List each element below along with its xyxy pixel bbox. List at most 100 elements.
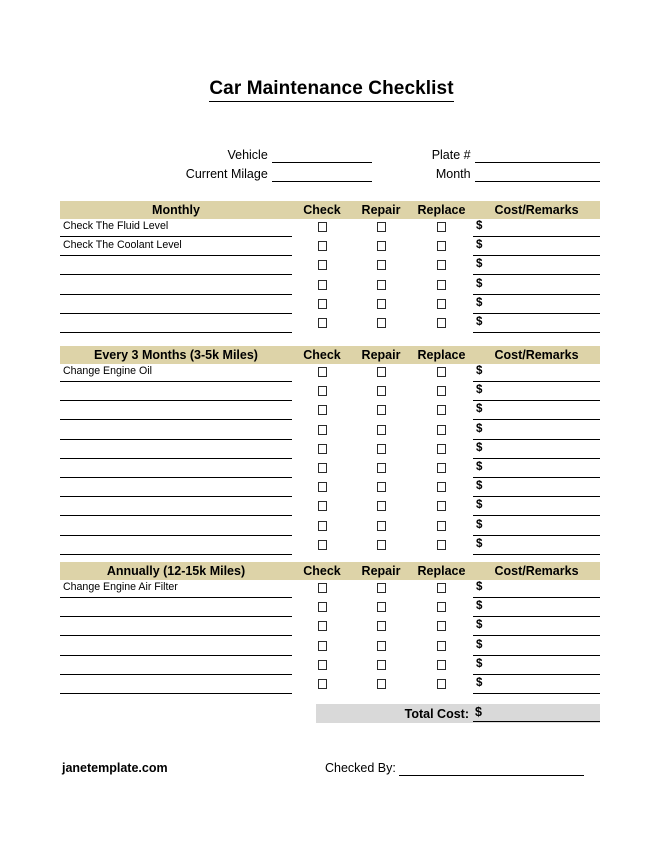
task-input[interactable] (60, 657, 292, 675)
checkbox-check[interactable] (317, 241, 327, 252)
cost-input[interactable]: $ (473, 537, 600, 555)
checkbox-check[interactable] (317, 367, 327, 377)
plate-input[interactable] (474, 147, 600, 163)
checkbox-replace[interactable] (437, 367, 446, 377)
checkbox-check[interactable] (317, 424, 327, 435)
task-input[interactable] (60, 638, 292, 656)
checkbox-repair[interactable] (376, 539, 386, 550)
checkbox-replace[interactable] (437, 640, 446, 651)
checkbox-replace[interactable] (437, 602, 446, 613)
cost-input[interactable]: $ (473, 580, 600, 598)
checkbox-check[interactable] (317, 520, 327, 531)
checkbox-check[interactable] (317, 298, 327, 309)
checkbox-replace[interactable] (437, 501, 446, 512)
checkbox-check[interactable] (317, 279, 327, 290)
checkbox-check[interactable] (317, 317, 327, 328)
cost-input[interactable]: $ (473, 315, 600, 333)
task-input[interactable]: Change Engine Air Filter (60, 580, 292, 598)
checkbox-repair[interactable] (376, 260, 386, 271)
checkbox-repair[interactable] (376, 386, 386, 397)
checkbox-replace[interactable] (437, 462, 446, 473)
cost-input[interactable]: $ (473, 676, 600, 694)
total-cost-input[interactable]: $ (473, 705, 600, 722)
checkbox-replace[interactable] (437, 260, 446, 271)
task-input[interactable] (60, 296, 292, 314)
task-input[interactable] (60, 518, 292, 536)
task-input[interactable] (60, 498, 292, 517)
checkbox-replace[interactable] (437, 443, 446, 454)
checkbox-check[interactable] (317, 405, 327, 416)
checkbox-check[interactable] (317, 501, 327, 512)
checkbox-replace[interactable] (437, 583, 446, 593)
checkbox-check[interactable] (317, 386, 327, 397)
checkbox-check[interactable] (317, 678, 327, 689)
cost-input[interactable]: $ (473, 257, 600, 276)
task-input[interactable] (60, 277, 292, 295)
checkbox-repair[interactable] (376, 678, 386, 689)
cost-input[interactable]: $ (473, 219, 600, 237)
checkbox-replace[interactable] (437, 241, 446, 252)
checkbox-replace[interactable] (437, 424, 446, 435)
checkbox-replace[interactable] (437, 386, 446, 397)
checkbox-repair[interactable] (376, 241, 386, 252)
checkbox-replace[interactable] (437, 222, 446, 232)
checkbox-repair[interactable] (376, 602, 386, 613)
cost-input[interactable]: $ (473, 383, 600, 402)
checkbox-check[interactable] (317, 260, 327, 271)
checkbox-repair[interactable] (376, 659, 386, 670)
mileage-input[interactable] (271, 166, 373, 182)
checkbox-replace[interactable] (437, 482, 446, 493)
checkbox-replace[interactable] (437, 621, 446, 632)
checkbox-repair[interactable] (376, 405, 386, 416)
cost-input[interactable]: $ (473, 422, 600, 440)
checkbox-check[interactable] (317, 659, 327, 670)
checkbox-replace[interactable] (437, 405, 446, 416)
cost-input[interactable]: $ (473, 402, 600, 421)
cost-input[interactable]: $ (473, 238, 600, 257)
cost-input[interactable]: $ (473, 296, 600, 314)
task-input[interactable]: Check The Fluid Level (60, 219, 292, 237)
checkbox-replace[interactable] (437, 298, 446, 309)
checkbox-check[interactable] (317, 621, 327, 632)
cost-input[interactable]: $ (473, 277, 600, 295)
checkbox-repair[interactable] (376, 424, 386, 435)
task-input[interactable] (60, 599, 292, 618)
checkbox-repair[interactable] (376, 298, 386, 309)
checkbox-check[interactable] (317, 539, 327, 550)
cost-input[interactable]: $ (473, 441, 600, 459)
month-input[interactable] (474, 166, 600, 182)
checkbox-repair[interactable] (376, 367, 386, 377)
checkbox-check[interactable] (317, 222, 327, 232)
checkbox-check[interactable] (317, 482, 327, 493)
checkbox-repair[interactable] (376, 501, 386, 512)
vehicle-input[interactable] (271, 147, 373, 163)
checkbox-repair[interactable] (376, 520, 386, 531)
cost-input[interactable]: $ (473, 618, 600, 637)
checkbox-repair[interactable] (376, 279, 386, 290)
task-input[interactable]: Change Engine Oil (60, 364, 292, 382)
cost-input[interactable]: $ (473, 479, 600, 498)
checkbox-replace[interactable] (437, 539, 446, 550)
checkbox-repair[interactable] (376, 317, 386, 328)
cost-input[interactable]: $ (473, 460, 600, 478)
cost-input[interactable]: $ (473, 599, 600, 618)
checkbox-repair[interactable] (376, 583, 386, 593)
task-input[interactable] (60, 460, 292, 478)
checkbox-repair[interactable] (376, 621, 386, 632)
task-input[interactable] (60, 676, 292, 694)
checkbox-check[interactable] (317, 640, 327, 651)
cost-input[interactable]: $ (473, 364, 600, 382)
checkbox-repair[interactable] (376, 222, 386, 232)
checkbox-repair[interactable] (376, 640, 386, 651)
checkbox-check[interactable] (317, 462, 327, 473)
task-input[interactable] (60, 618, 292, 637)
checkbox-replace[interactable] (437, 279, 446, 290)
task-input[interactable] (60, 441, 292, 459)
cost-input[interactable]: $ (473, 638, 600, 656)
task-input[interactable]: Check The Coolant Level (60, 238, 292, 257)
checkbox-repair[interactable] (376, 462, 386, 473)
checked-by-input[interactable] (398, 760, 584, 776)
checkbox-replace[interactable] (437, 317, 446, 328)
task-input[interactable] (60, 479, 292, 498)
task-input[interactable] (60, 422, 292, 440)
